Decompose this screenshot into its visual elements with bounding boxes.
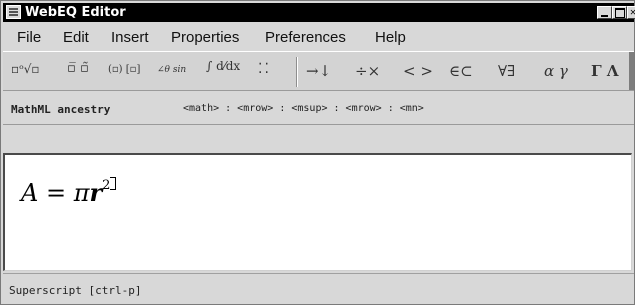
window-title: WebEQ Editor — [25, 5, 126, 20]
menu-properties[interactable]: Properties — [171, 29, 239, 46]
status-text: Superscript [ctrl-p] — [9, 284, 142, 297]
minimize-button[interactable] — [597, 6, 612, 19]
close-button[interactable] — [627, 6, 635, 19]
exponent[interactable]: 2 — [102, 178, 110, 193]
ancestry-label: MathML ancestry — [11, 103, 111, 116]
menu-bar: File Edit Insert Properties Preferences … — [3, 24, 634, 46]
ancestry-path[interactable]: <math> : <mrow> : <msup> : <mrow> : <mn> — [183, 103, 424, 114]
greek-lowercase-tool[interactable]: α γ — [544, 62, 568, 84]
equation-editor-area[interactable]: A = πr2 — [3, 153, 632, 271]
menu-insert[interactable]: Insert — [111, 29, 149, 46]
greek-uppercase-tool[interactable]: Γ Λ — [591, 62, 619, 84]
calculus-tool[interactable]: ∫ d⁄dx — [206, 59, 240, 81]
matrix-tool[interactable]: ⁚⁚ — [258, 61, 271, 83]
radius-variable[interactable]: r — [90, 178, 103, 207]
set-symbols-tool[interactable]: ∈⊂ — [449, 62, 473, 84]
editor-window: WebEQ Editor File Edit Insert Properties… — [0, 0, 635, 305]
title-bar[interactable]: WebEQ Editor — [3, 3, 635, 22]
arrow-symbols-tool[interactable]: →↓ — [306, 62, 331, 84]
toolbar-edge — [629, 52, 634, 90]
equals-sign: = — [38, 179, 74, 207]
relation-symbols-tool[interactable]: < > — [403, 62, 433, 84]
menu-preferences[interactable]: Preferences — [265, 29, 346, 46]
maximize-button[interactable] — [612, 6, 627, 19]
mathml-ancestry-bar: MathML ancestry <math> : <mrow> : <msup>… — [3, 93, 634, 125]
toolbar: ▫ᵒ√▫ ▫̅ ▫̃ (▫) [▫] ∠θ sin ∫ d⁄dx ⁚⁚ →↓ ÷… — [3, 51, 634, 91]
menu-help[interactable]: Help — [375, 29, 406, 46]
equation[interactable]: A = πr2 — [21, 177, 117, 207]
menu-file[interactable]: File — [17, 29, 41, 46]
fence-tool[interactable]: (▫) [▫] — [108, 64, 140, 86]
logic-symbols-tool[interactable]: ∀∃ — [498, 62, 515, 84]
pi-symbol[interactable]: π — [74, 179, 90, 207]
toolbar-separator — [296, 57, 298, 87]
app-icon[interactable] — [6, 5, 21, 19]
superscript[interactable]: 2 — [102, 177, 117, 193]
script-radical-tool[interactable]: ▫ᵒ√▫ — [11, 62, 40, 84]
menu-edit[interactable]: Edit — [63, 29, 89, 46]
status-bar: Superscript [ctrl-p] — [3, 273, 634, 304]
function-tool[interactable]: ∠θ sin — [157, 65, 186, 87]
accent-tool[interactable]: ▫̅ ▫̃ — [67, 61, 89, 83]
equation-lhs[interactable]: A — [21, 179, 38, 207]
operator-symbols-tool[interactable]: ÷× — [355, 62, 380, 84]
insertion-cursor — [110, 177, 117, 190]
